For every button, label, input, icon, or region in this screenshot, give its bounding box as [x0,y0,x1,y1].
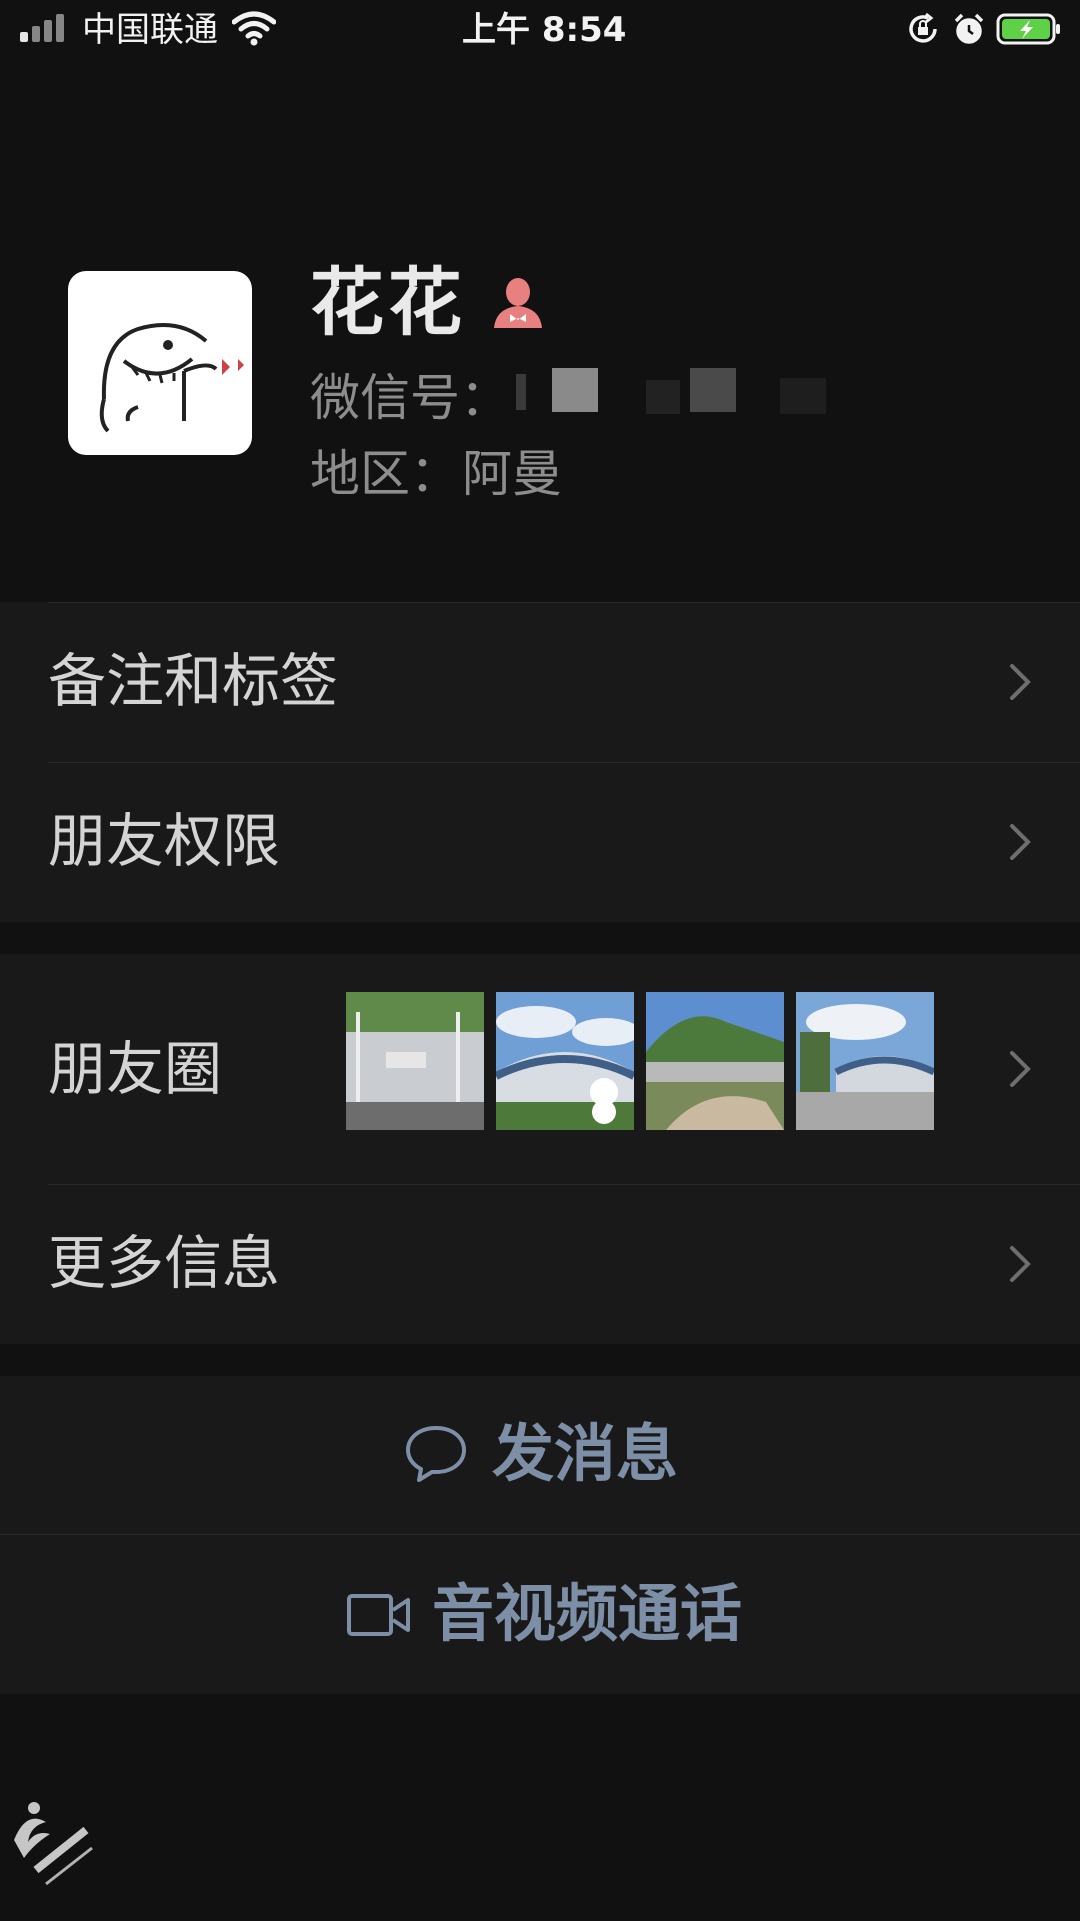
menu-more-info[interactable]: 更多信息 [0,1184,1080,1344]
moments-photo-2 [496,992,634,1130]
video-call-button[interactable]: 音视频通话 [0,1534,1080,1694]
menu-remarks-tags[interactable]: 备注和标签 [0,602,1080,762]
status-time: 上午 8:54 [462,10,627,50]
signal-icon [20,12,70,42]
alarm-icon [952,12,986,46]
chevron-right-icon [1010,1051,1031,1087]
female-icon [490,276,546,330]
send-message-button[interactable]: 发消息 [0,1376,1080,1534]
carrier-name: 中国联通 [82,10,218,50]
menu-friend-permissions[interactable]: 朋友权限 [0,762,1080,922]
region-label: 地区： [310,445,460,503]
more-info-label: 更多信息 [48,1229,281,1297]
moments-label: 朋友圈 [48,1035,223,1103]
wechat-id-label: 微信号： [310,369,510,427]
remarks-tags-label: 备注和标签 [48,647,339,715]
chevron-right-icon [1010,1246,1031,1282]
friend-permissions-label: 朋友权限 [48,807,281,875]
region-value: 阿曼 [462,445,562,503]
moments-photo-3 [646,992,784,1130]
menu-moments[interactable]: 朋友圈 [0,954,1080,1184]
chat-bubble-icon [406,1426,466,1482]
battery-charging-icon [996,12,1062,46]
moments-photo-4 [796,992,934,1130]
send-message-label: 发消息 [492,1417,679,1490]
contact-name: 花花 [310,260,466,346]
wifi-icon [231,10,277,46]
video-call-label: 音视频通话 [432,1577,743,1650]
rotation-lock-icon [906,12,940,46]
chevron-right-icon [1010,664,1031,700]
moments-photo-1 [346,992,484,1130]
video-camera-icon [347,1594,410,1636]
status-bar: 中国联通 上午 8:54 [0,0,1080,60]
chevron-right-icon [1010,824,1031,860]
avatar[interactable] [68,271,252,455]
watermark-logo [6,1800,96,1910]
wechat-id-redacted [516,368,826,416]
